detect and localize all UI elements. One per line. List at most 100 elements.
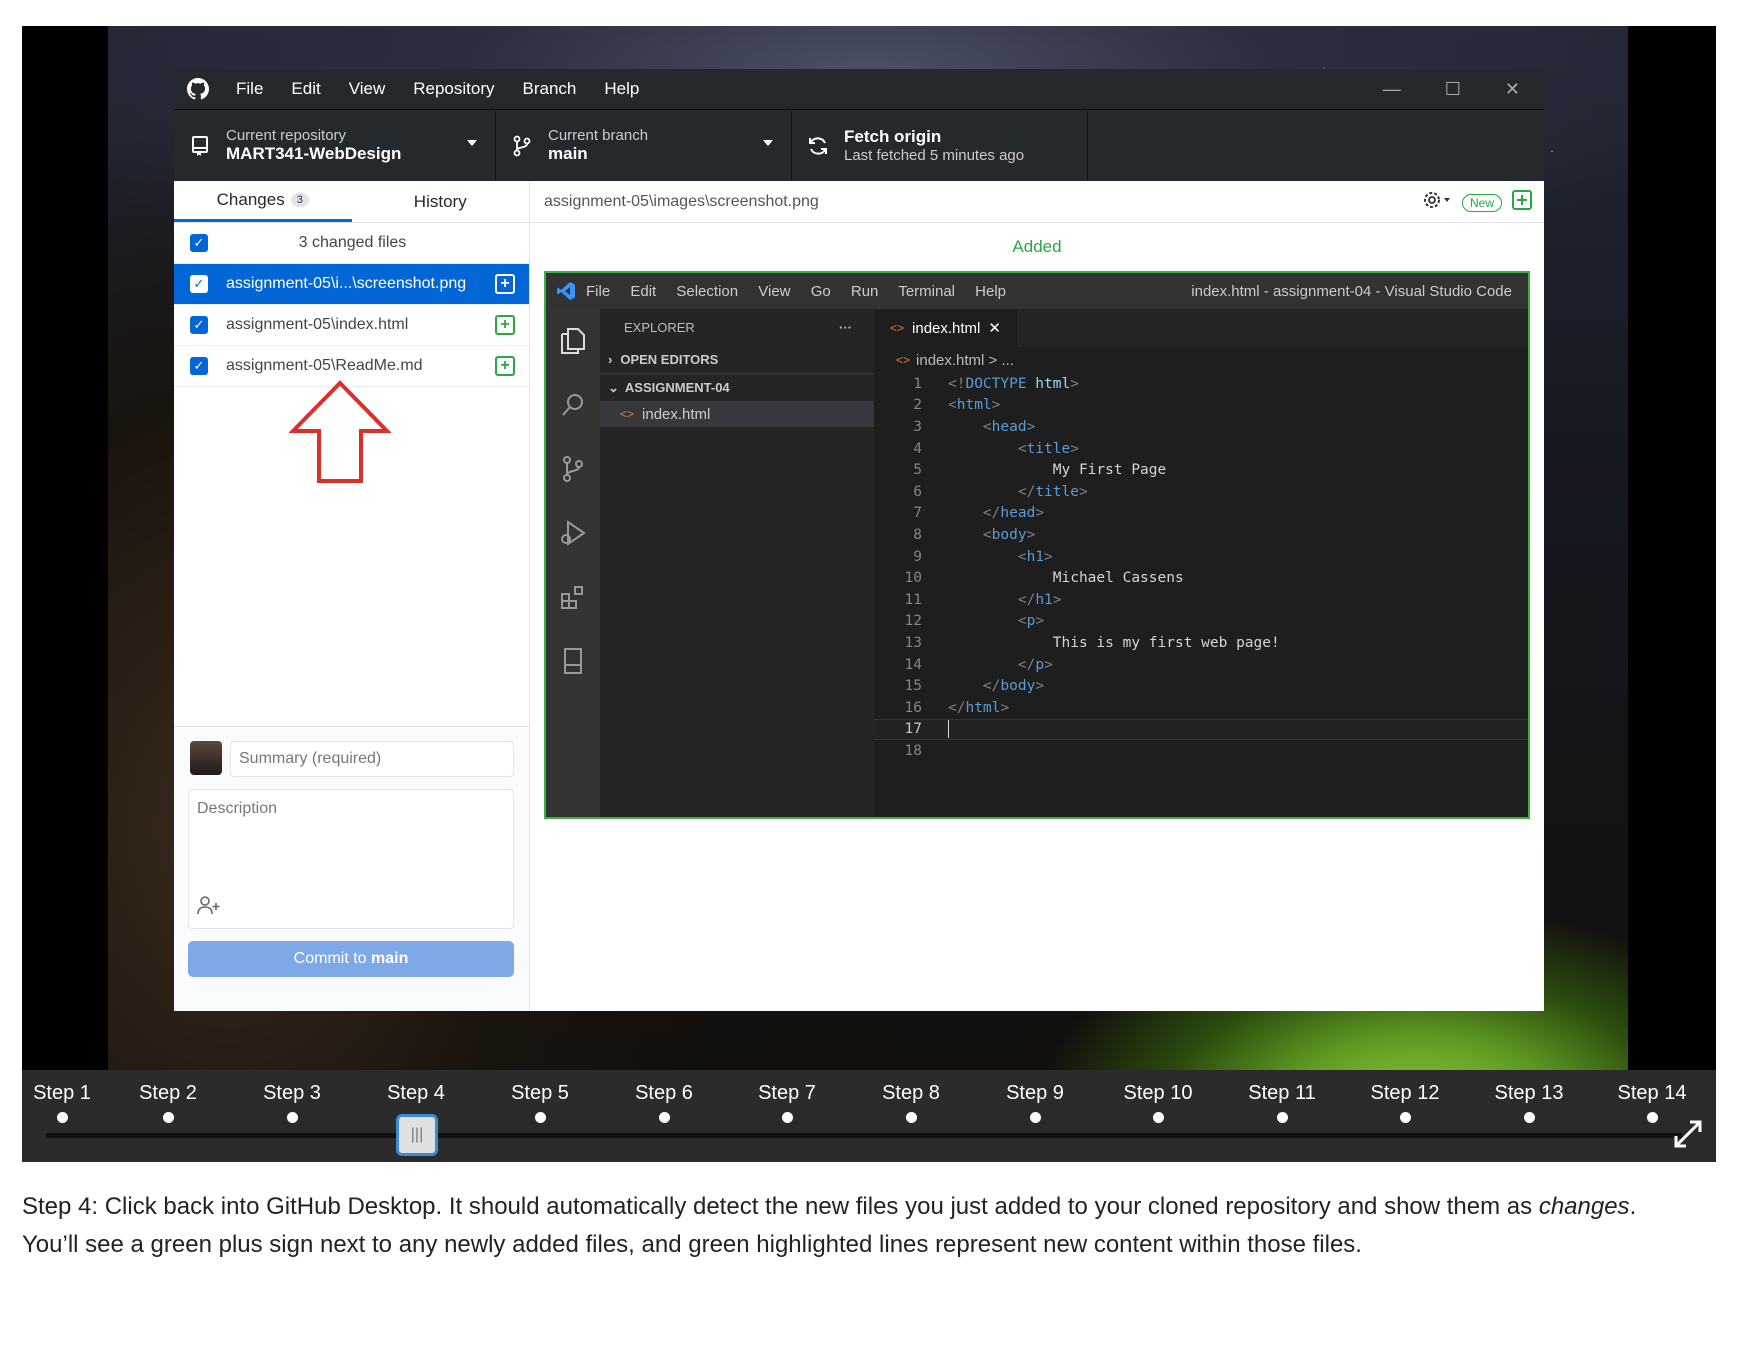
chevron-down-icon <box>467 140 477 146</box>
code-line: 8 <body> <box>874 524 1528 546</box>
code-line: 15 </body> <box>874 675 1528 697</box>
summary-input[interactable]: Summary (required) <box>230 741 514 777</box>
vscode-title-bar: File Edit Selection View Go Run Terminal… <box>546 273 1528 309</box>
code-line: 6 </title> <box>874 481 1528 503</box>
code-text: <body> <box>982 526 1036 543</box>
tab-history-label: History <box>413 191 467 211</box>
menu-file[interactable]: File <box>222 79 277 99</box>
code-line: 4 <title> <box>874 438 1528 460</box>
tab-changes[interactable]: Changes 3 <box>174 181 352 222</box>
file-checkbox[interactable]: ✓ <box>190 357 208 375</box>
remote-explorer-icon <box>546 629 600 693</box>
step-label[interactable]: Step 5 <box>500 1082 580 1105</box>
avatar <box>190 741 222 775</box>
menu-help[interactable]: Help <box>590 79 653 99</box>
step-label[interactable]: Step 12 <box>1365 1082 1445 1105</box>
step-label[interactable]: Step 6 <box>624 1082 704 1105</box>
line-number: 18 <box>904 742 922 759</box>
branch-icon <box>496 135 548 157</box>
step-label[interactable]: Step 4 <box>376 1082 456 1105</box>
maximize-icon[interactable]: ☐ <box>1445 79 1461 100</box>
file-row[interactable]: ✓ assignment-05\index.html + <box>174 305 529 346</box>
add-square-icon <box>1512 190 1532 215</box>
fetch-title: Fetch origin <box>844 127 942 146</box>
code-text: <h1> <box>1017 548 1053 565</box>
file-name: assignment-05\index.html <box>226 316 409 333</box>
file-path-bar: assignment-05\images\screenshot.png New <box>530 181 1544 223</box>
current-branch-dropdown[interactable]: Current branch main <box>496 110 792 181</box>
tab-history[interactable]: History <box>352 181 530 222</box>
step-label[interactable]: Step 8 <box>871 1082 951 1105</box>
step-dot[interactable] <box>905 1112 917 1123</box>
menu-branch[interactable]: Branch <box>509 79 591 99</box>
step-label[interactable]: Step 3 <box>252 1082 332 1105</box>
step-dot[interactable] <box>1646 1112 1658 1123</box>
step-label[interactable]: Step 11 <box>1242 1082 1322 1105</box>
line-number: 13 <box>904 634 922 651</box>
code-line: 3 <head> <box>874 416 1528 438</box>
menu-view[interactable]: View <box>335 79 400 99</box>
vs-window-title: index.html - assignment-04 - Visual Stud… <box>1191 282 1512 300</box>
step-dot[interactable] <box>658 1112 670 1123</box>
step-dot[interactable] <box>162 1112 174 1123</box>
vs-activity-bar <box>546 309 600 817</box>
code-text: Michael Cassens <box>948 570 1184 587</box>
explorer-title: EXPLORER <box>624 319 695 335</box>
step-label[interactable]: Step 7 <box>747 1082 827 1105</box>
description-placeholder: Description <box>197 800 278 817</box>
menu-repository[interactable]: Repository <box>399 79 508 99</box>
step-slider-thumb[interactable]: ||| <box>396 1114 438 1156</box>
code-text: <title> <box>1017 440 1079 457</box>
fullscreen-icon[interactable] <box>1672 1118 1704 1155</box>
branch-name: main <box>548 144 588 163</box>
step-label[interactable]: Step 10 <box>1118 1082 1198 1105</box>
step-label[interactable]: Step 1 <box>22 1082 102 1105</box>
line-number: 10 <box>904 570 922 587</box>
line-number: 5 <box>913 462 922 479</box>
code-area: 1 <!DOCTYPE html> 2 <html> 3 <head> 4 <title>… <box>874 373 1528 762</box>
step-track <box>46 1133 1682 1138</box>
current-repository-dropdown[interactable]: Current repository MART341-WebDesign <box>174 110 496 181</box>
step-dot[interactable] <box>534 1112 546 1123</box>
step-label[interactable]: Step 13 <box>1489 1082 1569 1105</box>
step-dot[interactable] <box>1399 1112 1411 1123</box>
step-dot[interactable] <box>1029 1112 1041 1123</box>
file-checkbox[interactable]: ✓ <box>190 275 208 293</box>
vscode-screenshot-image: File Edit Selection View Go Run Terminal… <box>544 271 1530 819</box>
step-dot[interactable] <box>781 1112 793 1123</box>
step-dot[interactable] <box>1152 1112 1164 1123</box>
line-number: 1 <box>913 375 922 392</box>
step-label[interactable]: Step 2 <box>128 1082 208 1105</box>
step-dot[interactable] <box>1276 1112 1288 1123</box>
vs-menu-terminal: Terminal <box>898 282 955 300</box>
minimize-icon[interactable]: — <box>1383 79 1401 100</box>
sync-icon <box>792 135 844 157</box>
step-label[interactable]: Step 14 <box>1612 1082 1692 1105</box>
description-input[interactable]: Description <box>188 789 514 929</box>
file-name: assignment-05\ReadMe.md <box>226 357 423 374</box>
file-row[interactable]: ✓ assignment-05\i...\screenshot.png + <box>174 264 529 305</box>
close-icon[interactable]: ✕ <box>1505 79 1520 100</box>
fetch-origin-button[interactable]: Fetch origin Last fetched 5 minutes ago <box>792 110 1088 181</box>
changes-count-badge: 3 <box>290 193 309 207</box>
files-icon <box>546 309 600 373</box>
add-coauthor-icon[interactable] <box>197 895 221 920</box>
code-line: 16 </html> <box>874 697 1528 719</box>
code-text: </p> <box>1017 656 1053 673</box>
step-dot[interactable] <box>286 1112 298 1123</box>
step-dot[interactable] <box>56 1112 68 1123</box>
file-checkbox[interactable]: ✓ <box>190 316 208 334</box>
select-all-checkbox[interactable]: ✓ <box>190 234 208 252</box>
repo-label: Current repository <box>226 127 347 144</box>
step-dot[interactable] <box>1523 1112 1535 1123</box>
vscode-logo-icon <box>546 281 586 301</box>
code-text: <p> <box>1017 613 1045 630</box>
commit-button[interactable]: Commit to main <box>188 941 514 977</box>
html-file-icon: <> <box>890 321 905 335</box>
step-label[interactable]: Step 9 <box>995 1082 1075 1105</box>
main-menu: File Edit View Repository Branch Help <box>222 79 653 99</box>
gear-icon[interactable] <box>1422 190 1452 215</box>
chevron-down-icon <box>763 140 773 146</box>
menu-edit[interactable]: Edit <box>277 79 334 99</box>
line-number: 4 <box>913 440 922 457</box>
